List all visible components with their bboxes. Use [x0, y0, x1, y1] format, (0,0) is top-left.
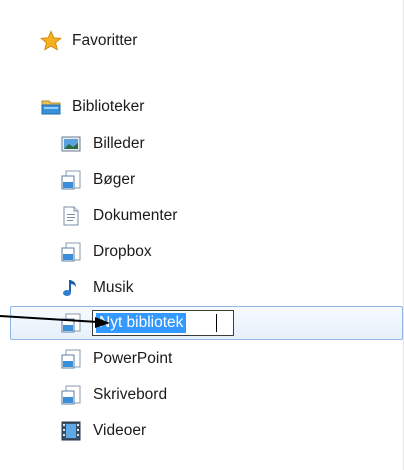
star-icon — [40, 30, 62, 51]
library-icon — [61, 170, 81, 190]
nav-item-musik[interactable]: Musik — [0, 271, 404, 305]
nav-item-label: PowerPoint — [93, 350, 173, 367]
library-icon — [61, 349, 81, 369]
library-icon — [61, 242, 81, 262]
videos-library-icon — [61, 421, 81, 441]
nav-item-label: Musik — [93, 279, 134, 296]
nav-item-billeder[interactable]: Billeder — [0, 127, 404, 161]
nav-item-boger[interactable]: Bøger — [0, 163, 404, 197]
nav-item-dropbox[interactable]: Dropbox — [0, 235, 404, 269]
nav-item-libraries[interactable]: Biblioteker — [0, 90, 404, 124]
text-caret — [216, 314, 217, 332]
library-icon — [61, 313, 81, 333]
nav-item-label: Biblioteker — [72, 98, 145, 115]
libraries-folder-icon — [41, 100, 61, 115]
music-library-icon — [63, 280, 76, 296]
navigation-pane: Favoritter Biblioteker Billeder Bøger Do… — [0, 0, 404, 470]
nav-item-dokumenter[interactable]: Dokumenter — [0, 199, 404, 233]
nav-item-skrivebord[interactable]: Skrivebord — [0, 378, 404, 412]
rename-input-value: Nyt bibliotek — [96, 313, 187, 333]
pictures-library-icon — [61, 136, 81, 152]
nav-item-label: Dokumenter — [93, 207, 178, 224]
nav-item-videoer[interactable]: Videoer — [0, 414, 404, 448]
nav-item-favorites[interactable]: Favoritter — [0, 24, 404, 58]
nav-item-label: Bøger — [93, 171, 136, 188]
nav-item-powerpoint[interactable]: PowerPoint — [0, 342, 404, 376]
documents-library-icon — [63, 206, 79, 226]
rename-input[interactable]: Nyt bibliotek — [92, 310, 234, 336]
nav-item-label: Videoer — [93, 422, 147, 439]
nav-item-label: Dropbox — [93, 243, 152, 260]
nav-item-label: Favoritter — [72, 32, 138, 49]
library-icon — [61, 385, 81, 405]
nav-item-label: Skrivebord — [93, 386, 168, 403]
nav-item-label: Billeder — [93, 135, 145, 152]
